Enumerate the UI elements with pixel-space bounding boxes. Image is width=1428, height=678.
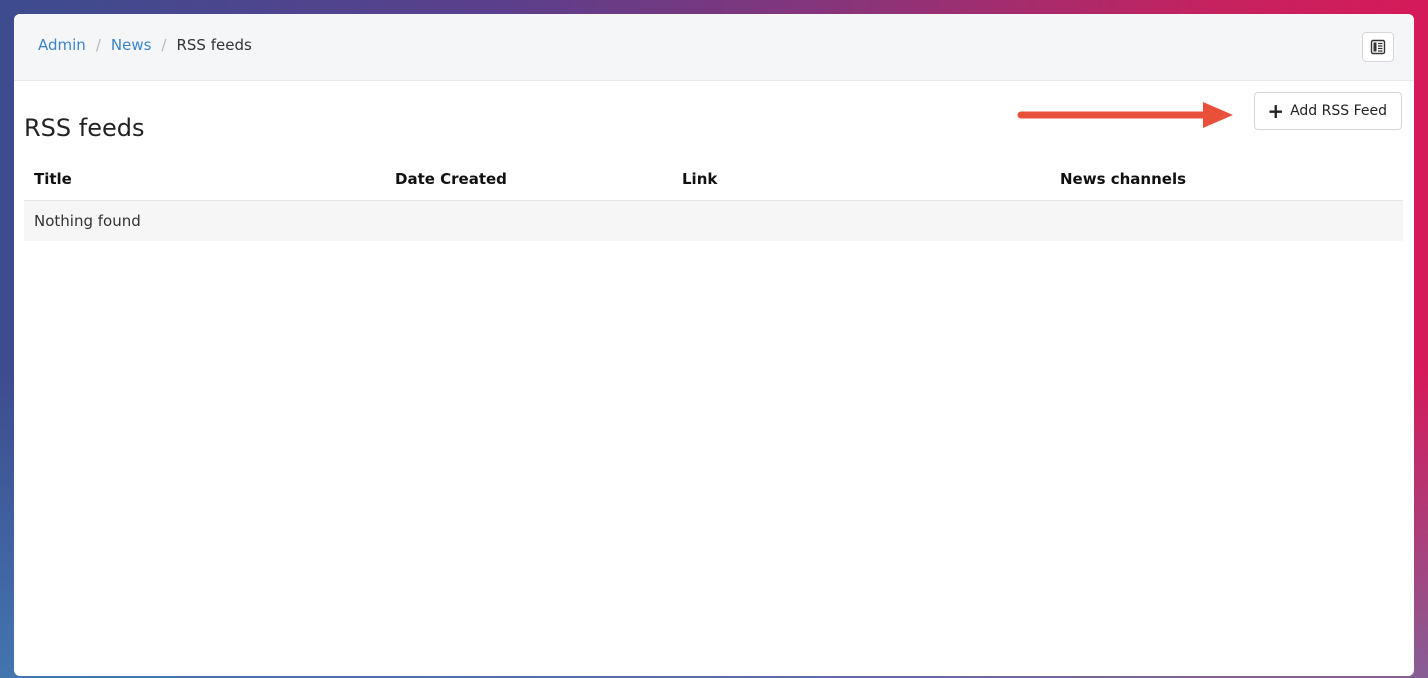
column-header-link[interactable]: Link: [672, 164, 1050, 201]
admin-window: Admin / News / RSS feeds RSS feeds + Add…: [14, 14, 1414, 676]
breadcrumb-separator: /: [161, 36, 167, 54]
annotation-arrow-icon: [1017, 102, 1233, 128]
empty-state-text: Nothing found: [24, 200, 1403, 241]
breadcrumb-admin-link[interactable]: Admin: [38, 36, 86, 54]
newspaper-toggle-button[interactable]: [1362, 32, 1394, 62]
page-title: RSS feeds: [24, 114, 145, 142]
breadcrumb-current: RSS feeds: [176, 36, 252, 54]
add-rss-feed-label: Add RSS Feed: [1290, 103, 1387, 119]
column-header-date-created[interactable]: Date Created: [385, 164, 672, 201]
table-row: Nothing found: [24, 200, 1403, 241]
column-header-news-channels[interactable]: News channels: [1050, 164, 1403, 201]
add-rss-feed-button[interactable]: + Add RSS Feed: [1254, 92, 1402, 130]
rss-feeds-table: Title Date Created Link News channels No…: [24, 164, 1403, 241]
newspaper-icon: [1370, 39, 1386, 55]
table-header-row: Title Date Created Link News channels: [24, 164, 1403, 201]
plus-icon: +: [1267, 99, 1285, 123]
breadcrumb: Admin / News / RSS feeds: [38, 36, 252, 54]
top-bar: Admin / News / RSS feeds: [14, 14, 1414, 81]
breadcrumb-separator: /: [95, 36, 101, 54]
column-header-title[interactable]: Title: [24, 164, 385, 201]
breadcrumb-news-link[interactable]: News: [111, 36, 152, 54]
